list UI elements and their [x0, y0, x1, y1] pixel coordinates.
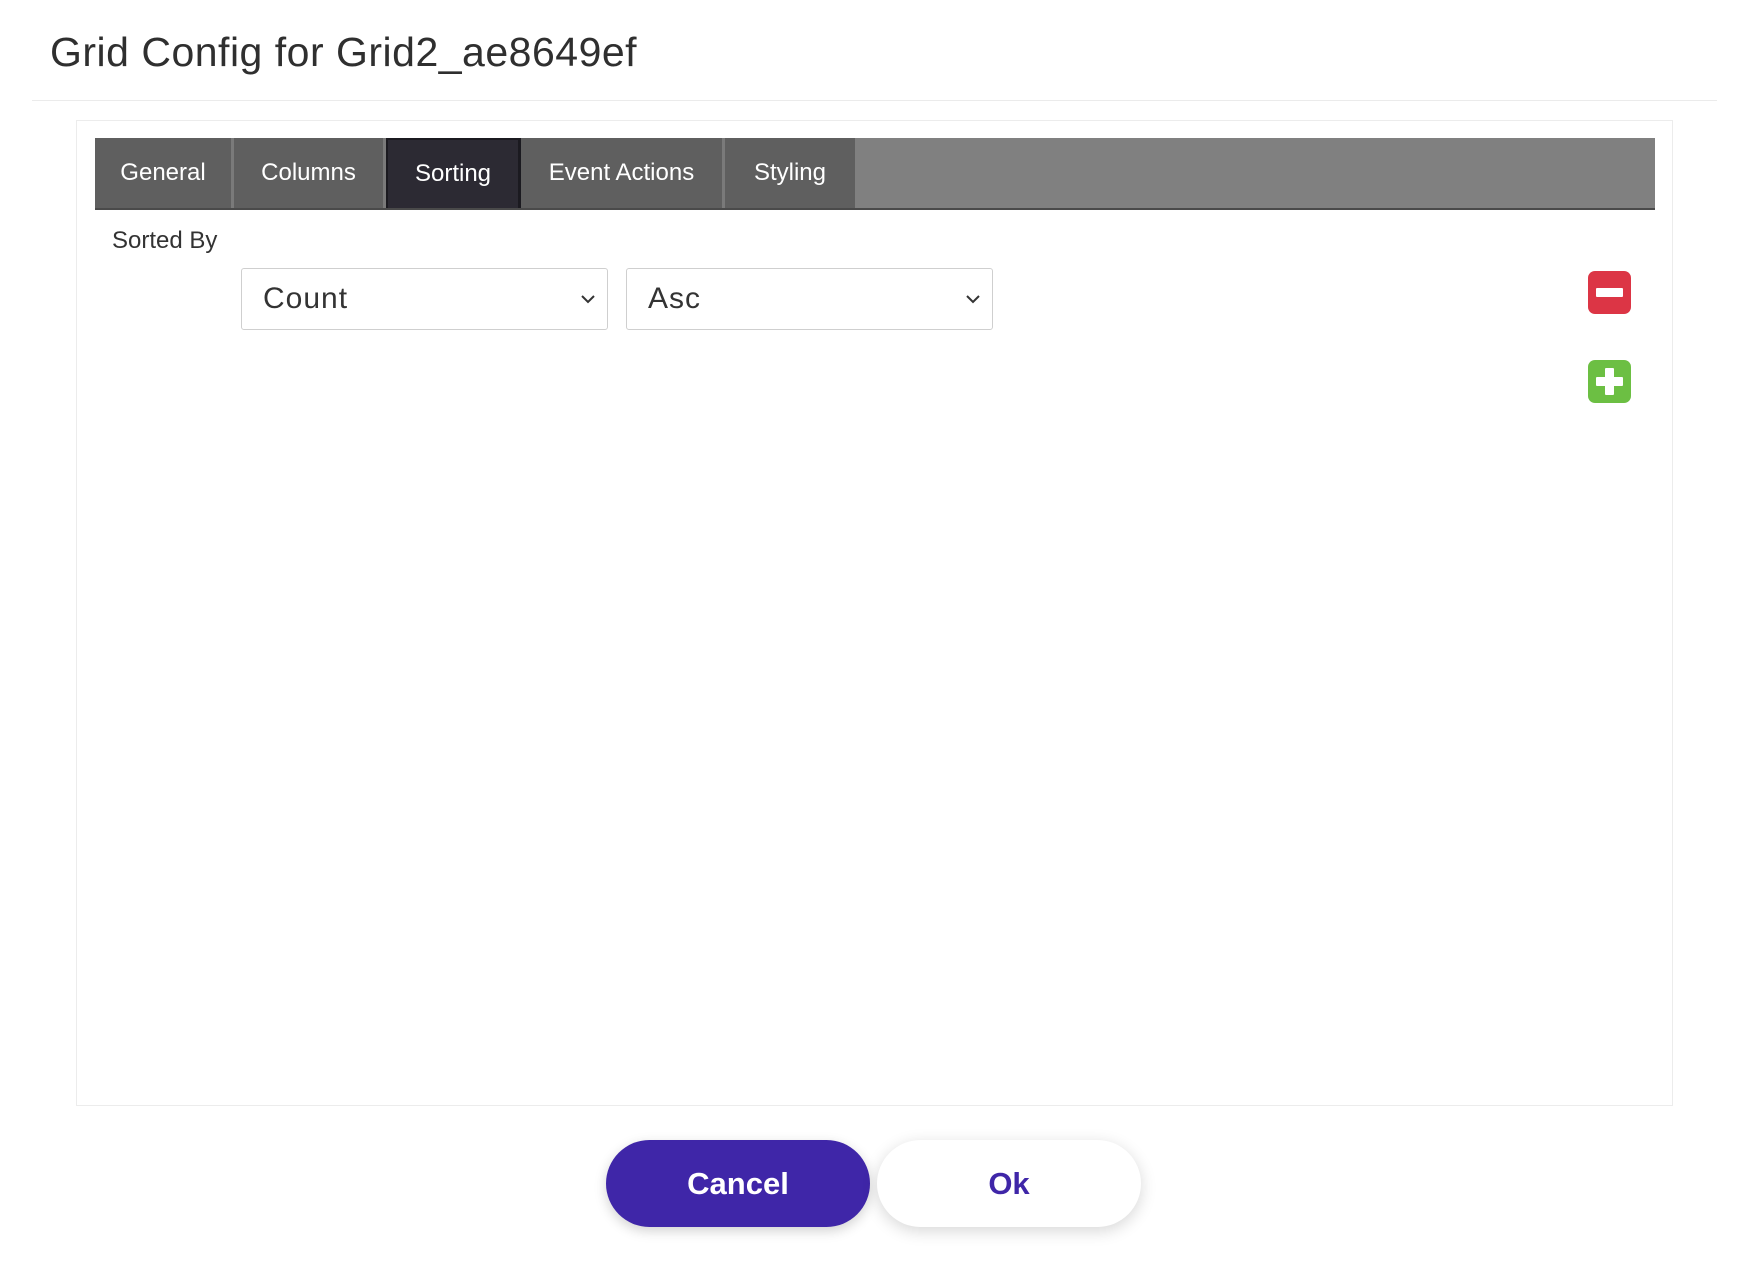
- ok-button[interactable]: Ok: [877, 1140, 1141, 1227]
- plus-square-icon: [1596, 368, 1623, 395]
- remove-sort-button[interactable]: [1588, 271, 1631, 314]
- dialog-title: Grid Config for Grid2_ae8649ef: [50, 29, 638, 75]
- tab-event-actions[interactable]: Event Actions: [521, 138, 725, 208]
- title-divider: [32, 100, 1717, 101]
- chevron-down-icon: [966, 295, 980, 304]
- sort-column-value: Count: [263, 282, 349, 315]
- chevron-down-icon: [581, 295, 595, 304]
- tab-columns[interactable]: Columns: [234, 138, 386, 208]
- sort-direction-value: Asc: [648, 282, 702, 315]
- minus-square-icon: [1596, 288, 1623, 297]
- tab-general[interactable]: General: [95, 138, 234, 208]
- sorted-by-label: Sorted By: [112, 227, 218, 254]
- add-sort-button[interactable]: [1588, 360, 1631, 403]
- sort-direction-select[interactable]: Asc: [626, 268, 993, 330]
- cancel-button[interactable]: Cancel: [606, 1140, 870, 1227]
- tab-bar: General Columns Sorting Event Actions St…: [95, 138, 1655, 210]
- tab-styling[interactable]: Styling: [725, 138, 855, 208]
- sort-column-select[interactable]: Count: [241, 268, 608, 330]
- content-panel: General Columns Sorting Event Actions St…: [76, 120, 1673, 1106]
- tab-sorting[interactable]: Sorting: [386, 138, 521, 208]
